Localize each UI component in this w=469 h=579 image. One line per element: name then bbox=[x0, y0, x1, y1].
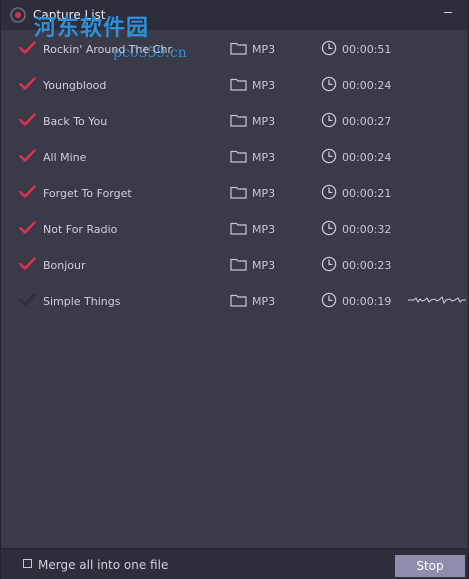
window-title: Capture List bbox=[33, 8, 106, 22]
track-format: MP3 bbox=[252, 223, 276, 236]
minimize-button[interactable] bbox=[442, 5, 456, 19]
check-icon[interactable] bbox=[19, 77, 36, 91]
clock-icon bbox=[321, 220, 337, 236]
check-icon[interactable] bbox=[19, 113, 36, 127]
track-format: MP3 bbox=[252, 43, 276, 56]
clock-icon bbox=[321, 40, 337, 56]
track-duration: 00:00:23 bbox=[342, 259, 392, 272]
track-duration: 00:00:51 bbox=[342, 43, 392, 56]
check-icon[interactable] bbox=[19, 149, 36, 163]
folder-icon[interactable] bbox=[230, 41, 247, 55]
track-format: MP3 bbox=[252, 259, 276, 272]
clock-icon bbox=[321, 292, 337, 308]
track-row[interactable]: All Mine MP3 00:00:24 bbox=[1, 139, 468, 175]
capture-list-window: Capture List 河东软件园 pc0359.cn Rockin' Aro… bbox=[0, 0, 469, 579]
check-icon[interactable] bbox=[19, 41, 36, 55]
check-icon[interactable] bbox=[19, 185, 36, 199]
track-title: Back To You bbox=[43, 115, 108, 128]
track-row[interactable]: Youngblood MP3 00:00:24 bbox=[1, 67, 468, 103]
track-format: MP3 bbox=[252, 187, 276, 200]
folder-icon[interactable] bbox=[230, 293, 247, 307]
track-duration: 00:00:27 bbox=[342, 115, 392, 128]
track-row[interactable]: Rockin' Around The Chris MP3 00:00:51 bbox=[1, 31, 468, 67]
clock-icon bbox=[321, 148, 337, 164]
folder-icon[interactable] bbox=[230, 221, 247, 235]
track-title: Not For Radio bbox=[43, 223, 118, 236]
track-row[interactable]: Bonjour MP3 00:00:23 bbox=[1, 247, 468, 283]
track-duration: 00:00:21 bbox=[342, 187, 392, 200]
track-duration: 00:00:19 bbox=[342, 295, 392, 308]
track-row[interactable]: Back To You MP3 00:00:27 bbox=[1, 103, 468, 139]
folder-icon[interactable] bbox=[230, 77, 247, 91]
track-row[interactable]: Forget To Forget MP3 00:00:21 bbox=[1, 175, 468, 211]
footer-bar: Merge all into one file Stop bbox=[1, 548, 468, 579]
check-icon[interactable] bbox=[19, 221, 36, 235]
title-bar[interactable]: Capture List bbox=[1, 0, 468, 30]
track-row[interactable]: Simple Things MP3 00:00:19 bbox=[1, 283, 468, 319]
folder-icon[interactable] bbox=[230, 185, 247, 199]
clock-icon bbox=[321, 184, 337, 200]
folder-icon[interactable] bbox=[230, 113, 247, 127]
folder-icon[interactable] bbox=[230, 149, 247, 163]
track-title: Rockin' Around The Chris bbox=[43, 43, 173, 56]
check-icon[interactable] bbox=[19, 293, 36, 307]
clock-icon bbox=[321, 76, 337, 92]
track-title: Bonjour bbox=[43, 259, 86, 272]
track-title: All Mine bbox=[43, 151, 87, 164]
folder-icon[interactable] bbox=[230, 257, 247, 271]
track-format: MP3 bbox=[252, 115, 276, 128]
track-row[interactable]: Not For Radio MP3 00:00:32 bbox=[1, 211, 468, 247]
capture-list: Rockin' Around The Chris MP3 00:00:51 Yo… bbox=[1, 31, 468, 541]
track-title: Forget To Forget bbox=[43, 187, 132, 200]
track-duration: 00:00:24 bbox=[342, 79, 392, 92]
track-format: MP3 bbox=[252, 295, 276, 308]
clock-icon bbox=[321, 112, 337, 128]
track-duration: 00:00:32 bbox=[342, 223, 392, 236]
app-logo-icon bbox=[10, 7, 26, 23]
waveform-icon bbox=[408, 296, 466, 305]
merge-label[interactable]: Merge all into one file bbox=[38, 558, 168, 572]
check-icon[interactable] bbox=[19, 257, 36, 271]
track-title: Youngblood bbox=[43, 79, 107, 92]
merge-checkbox[interactable] bbox=[23, 559, 32, 568]
track-format: MP3 bbox=[252, 151, 276, 164]
stop-button[interactable]: Stop bbox=[395, 555, 465, 577]
track-format: MP3 bbox=[252, 79, 276, 92]
clock-icon bbox=[321, 256, 337, 272]
track-duration: 00:00:24 bbox=[342, 151, 392, 164]
track-title: Simple Things bbox=[43, 295, 121, 308]
